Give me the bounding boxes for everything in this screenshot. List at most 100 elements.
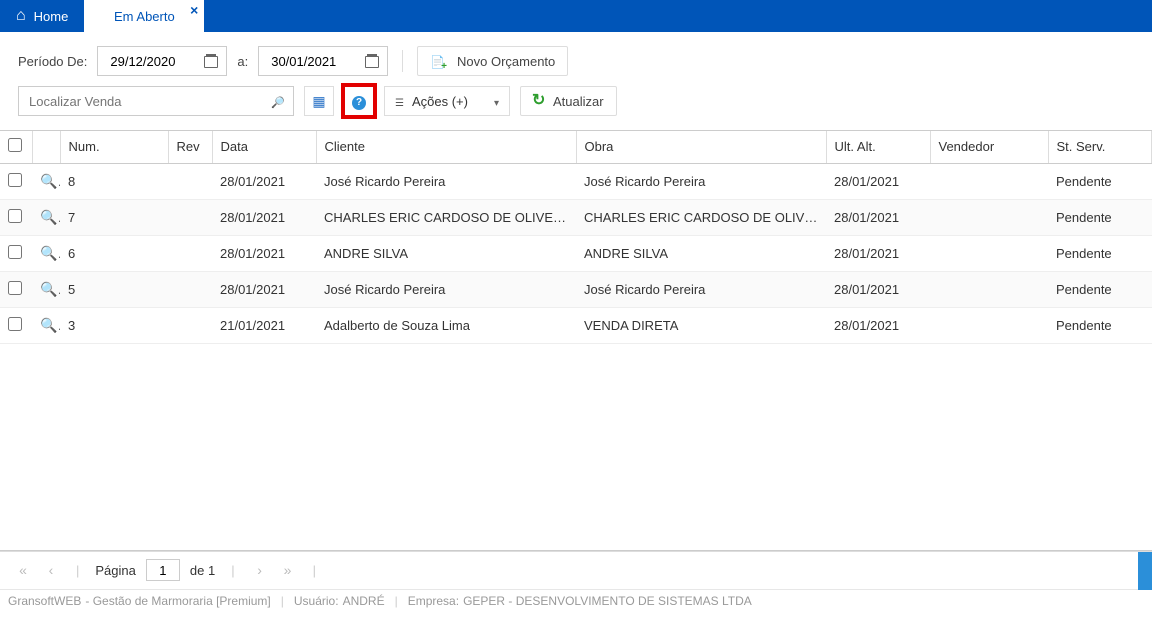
page-label: Página	[95, 563, 135, 578]
magnifier-icon[interactable]: 🔍	[40, 317, 60, 333]
tab-bar: Home Em Aberto ×	[0, 0, 1152, 32]
data-grid: Num. Rev Data Cliente Obra Ult. Alt. Ven…	[0, 130, 1152, 551]
cell-ult: 28/01/2021	[826, 200, 930, 236]
cell-vend	[930, 308, 1048, 344]
page-input[interactable]	[146, 559, 180, 581]
refresh-button[interactable]: Atualizar	[520, 86, 617, 116]
next-page-button[interactable]: ›	[251, 562, 269, 578]
refresh-icon	[533, 94, 547, 108]
status-bar: GransoftWEB - Gestão de Marmoraria [Prem…	[0, 589, 1152, 613]
cell-data: 28/01/2021	[212, 164, 316, 200]
cell-data: 21/01/2021	[212, 308, 316, 344]
cell-num: 7	[60, 200, 168, 236]
cell-vend	[930, 272, 1048, 308]
magnifier-icon[interactable]: 🔍	[40, 281, 60, 297]
cell-ult: 28/01/2021	[826, 272, 930, 308]
document-plus-icon	[430, 54, 451, 69]
cell-vend	[930, 164, 1048, 200]
help-button[interactable]	[344, 86, 374, 116]
grid-layout-button[interactable]	[304, 86, 334, 116]
cell-cliente: José Ricardo Pereira	[316, 272, 576, 308]
search-input[interactable]	[18, 86, 294, 116]
cell-data: 28/01/2021	[212, 236, 316, 272]
cell-obra: CHARLES ERIC CARDOSO DE OLIVEIRA ...	[576, 200, 826, 236]
tab-open-label: Em Aberto	[114, 9, 175, 24]
prev-page-button[interactable]: ‹	[42, 562, 60, 578]
col-num[interactable]: Num.	[60, 131, 168, 163]
cell-obra: VENDA DIRETA	[576, 308, 826, 344]
new-budget-button[interactable]: Novo Orçamento	[417, 46, 568, 76]
cell-st: Pendente	[1048, 308, 1152, 344]
col-data[interactable]: Data	[212, 131, 316, 163]
binoculars-icon[interactable]	[271, 94, 285, 109]
cell-cliente: José Ricardo Pereira	[316, 164, 576, 200]
last-page-button[interactable]: »	[279, 562, 297, 578]
cell-st: Pendente	[1048, 200, 1152, 236]
col-ult-alt[interactable]: Ult. Alt.	[826, 131, 930, 163]
magnifier-icon[interactable]: 🔍	[40, 245, 60, 261]
cell-obra: José Ricardo Pereira	[576, 164, 826, 200]
table-row[interactable]: 🔍628/01/2021ANDRE SILVAANDRE SILVA28/01/…	[0, 236, 1152, 272]
actions-menu-button[interactable]: Ações (+)	[384, 86, 510, 116]
table-row[interactable]: 🔍528/01/2021José Ricardo PereiraJosé Ric…	[0, 272, 1152, 308]
date-to-input[interactable]	[258, 46, 388, 76]
chevron-down-icon	[494, 94, 499, 109]
select-all-checkbox[interactable]	[8, 138, 22, 152]
magnifier-icon[interactable]: 🔍	[40, 173, 60, 189]
col-obra[interactable]: Obra	[576, 131, 826, 163]
user-label: Usuário:	[294, 594, 339, 608]
pager: « ‹ | Página de 1 | › » |	[0, 551, 1152, 589]
table-row[interactable]: 🔍728/01/2021CHARLES ERIC CARDOSO DE OLIV…	[0, 200, 1152, 236]
cell-st: Pendente	[1048, 164, 1152, 200]
cell-data: 28/01/2021	[212, 272, 316, 308]
table-row[interactable]: 🔍3 21/01/2021Adalberto de Souza LimaVENDA…	[0, 308, 1152, 344]
grid-layout-icon	[312, 93, 325, 110]
user-value: ANDRÉ	[343, 594, 385, 608]
new-budget-label: Novo Orçamento	[457, 54, 555, 69]
cell-num: 3	[60, 308, 168, 344]
cell-rev	[168, 236, 212, 272]
row-checkbox[interactable]	[8, 281, 22, 295]
page-of-label: de 1	[190, 563, 215, 578]
col-vendedor[interactable]: Vendedor	[930, 131, 1048, 163]
tab-home-label: Home	[34, 9, 69, 24]
cell-rev	[168, 272, 212, 308]
cell-data: 28/01/2021	[212, 200, 316, 236]
cell-rev	[168, 308, 212, 344]
header-row: Num. Rev Data Cliente Obra Ult. Alt. Ven…	[0, 131, 1152, 163]
calendar-icon[interactable]	[204, 54, 218, 68]
row-checkbox[interactable]	[8, 173, 22, 187]
col-rev[interactable]: Rev	[168, 131, 212, 163]
divider	[402, 50, 403, 72]
tab-home[interactable]: Home	[0, 0, 84, 32]
cell-ult: 28/01/2021	[826, 164, 930, 200]
col-st-serv[interactable]: St. Serv.	[1048, 131, 1152, 163]
calendar-icon[interactable]	[365, 54, 379, 68]
date-from-field[interactable]	[110, 54, 190, 69]
action-toolbar: Ações (+) Atualizar	[0, 82, 1152, 130]
date-to-field[interactable]	[271, 54, 351, 69]
row-checkbox[interactable]	[8, 245, 22, 259]
col-cliente[interactable]: Cliente	[316, 131, 576, 163]
cell-ult: 28/01/2021	[826, 236, 930, 272]
cell-obra: ANDRE SILVA	[576, 236, 826, 272]
first-page-button[interactable]: «	[14, 562, 32, 578]
cell-num: 6	[60, 236, 168, 272]
table-row[interactable]: 🔍828/01/2021José Ricardo PereiraJosé Ric…	[0, 164, 1152, 200]
cell-rev	[168, 164, 212, 200]
cell-cliente: CHARLES ERIC CARDOSO DE OLIVEIRA ...	[316, 200, 576, 236]
company-label: Empresa:	[408, 594, 459, 608]
cell-cliente: Adalberto de Souza Lima	[316, 308, 576, 344]
app-desc: - Gestão de Marmoraria [Premium]	[85, 594, 270, 608]
date-from-input[interactable]	[97, 46, 227, 76]
magnifier-icon[interactable]: 🔍	[40, 209, 60, 225]
close-icon[interactable]: ×	[190, 2, 198, 18]
help-icon	[352, 93, 366, 110]
cell-st: Pendente	[1048, 236, 1152, 272]
tab-em-aberto[interactable]: Em Aberto ×	[84, 0, 204, 32]
row-checkbox[interactable]	[8, 209, 22, 223]
row-checkbox[interactable]	[8, 317, 22, 331]
company-value: GEPER - DESENVOLVIMENTO DE SISTEMAS LTDA	[463, 594, 752, 608]
search-field[interactable]	[29, 94, 271, 109]
filter-toolbar: Período De: a: Novo Orçamento	[0, 32, 1152, 82]
